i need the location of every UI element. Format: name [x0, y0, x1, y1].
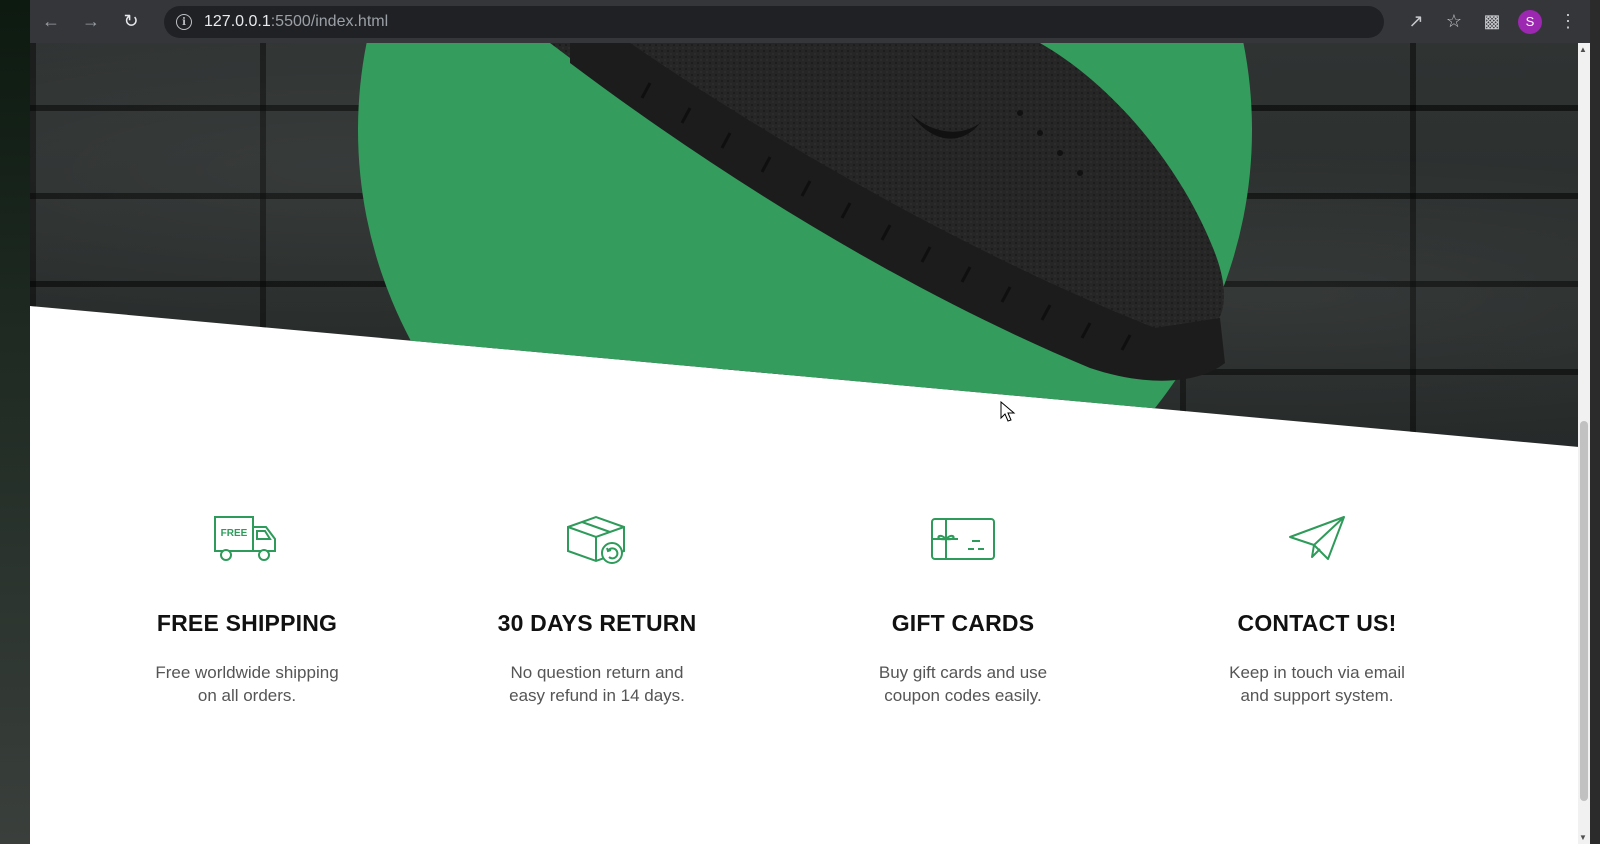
toolbar-actions: ↗ ☆ ▩ S ⋮ — [1404, 0, 1580, 43]
feature-title: FREE SHIPPING — [156, 610, 338, 636]
feature-returns: 30 DAYS RETURN No question return and ea… — [467, 511, 727, 707]
sneaker-image — [550, 43, 1225, 381]
feature-contact: CONTACT US! Keep in touch via email and … — [1187, 511, 1447, 707]
reload-icon: ↻ — [123, 11, 139, 31]
gift-card-icon — [931, 518, 995, 560]
feature-title: GIFT CARDS — [891, 610, 1035, 636]
browser-toolbar: ← → ↻ i 127.0.0.1:5500/index.html ↗ ☆ ▩ … — [30, 0, 1590, 43]
scroll-up-icon[interactable]: ▲ — [1579, 45, 1587, 54]
desktop-background — [0, 0, 30, 844]
menu-kebab-icon[interactable]: ⋮ — [1556, 11, 1580, 32]
feature-title: CONTACT US! — [1237, 610, 1397, 636]
paper-plane-icon — [1289, 516, 1345, 560]
extensions-icon[interactable]: ▩ — [1480, 11, 1504, 32]
url-text[interactable]: 127.0.0.1:5500/index.html — [204, 13, 388, 31]
forward-button[interactable]: → — [72, 3, 110, 41]
bookmark-star-icon[interactable]: ☆ — [1442, 11, 1466, 32]
url-path: :5500/index.html — [270, 13, 389, 30]
hero-banner — [30, 43, 1590, 448]
feature-title: 30 DAYS RETURN — [497, 610, 697, 636]
back-button[interactable]: ← — [32, 3, 70, 41]
feature-description: Keep in touch via email and support syst… — [1229, 663, 1405, 705]
feature-free-shipping: FREE FREE SHIPPING Free worldwide shippi… — [117, 511, 377, 707]
url-host: 127.0.0.1 — [204, 13, 271, 30]
scrollbar-thumb[interactable] — [1580, 421, 1588, 801]
reload-button[interactable]: ↻ — [112, 3, 150, 41]
feature-gift-cards: GIFT CARDS Buy gift cards and use coupon… — [833, 511, 1093, 707]
truck-free-label: FREE — [221, 528, 248, 539]
share-icon[interactable]: ↗ — [1404, 11, 1428, 32]
mouse-cursor-icon — [1000, 401, 1016, 422]
page-scrollbar[interactable]: ▲ ▼ — [1578, 43, 1590, 844]
delivery-truck-icon: FREE — [214, 516, 276, 561]
scroll-down-icon[interactable]: ▼ — [1579, 833, 1587, 842]
page-viewport: FREE FREE SHIPPING Free worldwide shippi… — [30, 43, 1590, 844]
arrow-left-icon: ← — [42, 11, 60, 31]
address-bar[interactable]: i 127.0.0.1:5500/index.html — [164, 6, 1384, 38]
profile-avatar[interactable]: S — [1518, 9, 1542, 34]
feature-description: Buy gift cards and use coupon codes easi… — [878, 663, 1048, 705]
arrow-right-icon: → — [82, 11, 100, 31]
desktop-edge — [1590, 0, 1600, 844]
site-info-icon[interactable]: i — [176, 14, 192, 30]
feature-description: Free worldwide shipping on all orders. — [155, 663, 339, 705]
feature-description: No question return and easy refund in 14… — [509, 663, 685, 705]
return-box-icon — [567, 515, 625, 564]
